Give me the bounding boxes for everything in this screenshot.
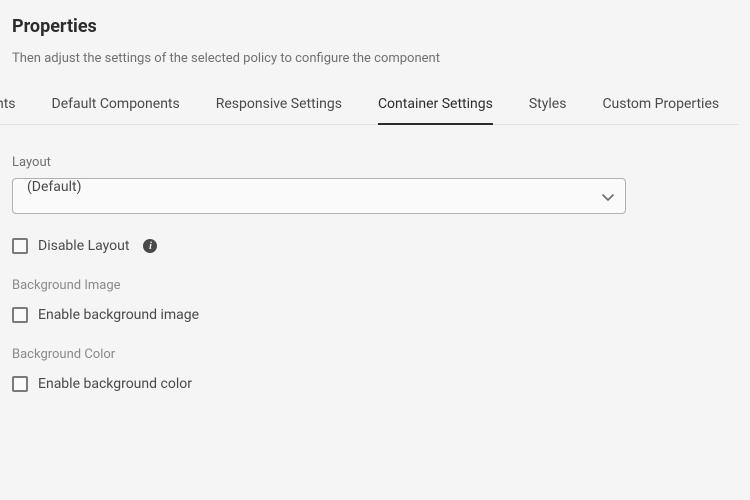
enable-bg-image-label: Enable background image xyxy=(38,307,199,323)
tab-styles[interactable]: Styles xyxy=(529,96,567,124)
page-subtitle: Then adjust the settings of the selected… xyxy=(12,51,738,66)
page-title: Properties xyxy=(12,16,738,37)
tab-container-settings[interactable]: Container Settings xyxy=(378,96,493,124)
background-color-heading: Background Color xyxy=(12,347,738,362)
enable-bg-image-checkbox[interactable] xyxy=(12,307,28,323)
disable-layout-label: Disable Layout xyxy=(38,238,129,254)
background-image-heading: Background Image xyxy=(12,278,738,293)
tab-default-components[interactable]: Default Components xyxy=(52,96,180,124)
tabs-bar: nts Default Components Responsive Settin… xyxy=(0,96,738,125)
enable-bg-color-label: Enable background color xyxy=(38,376,192,392)
disable-layout-checkbox[interactable] xyxy=(12,238,28,254)
enable-bg-color-checkbox[interactable] xyxy=(12,376,28,392)
layout-select[interactable]: (Default) xyxy=(12,178,626,214)
tab-partial[interactable]: nts xyxy=(0,96,16,124)
info-icon[interactable]: i xyxy=(143,239,157,253)
tab-custom-properties[interactable]: Custom Properties xyxy=(602,96,719,124)
layout-label: Layout xyxy=(12,155,738,170)
tab-responsive-settings[interactable]: Responsive Settings xyxy=(216,96,342,124)
